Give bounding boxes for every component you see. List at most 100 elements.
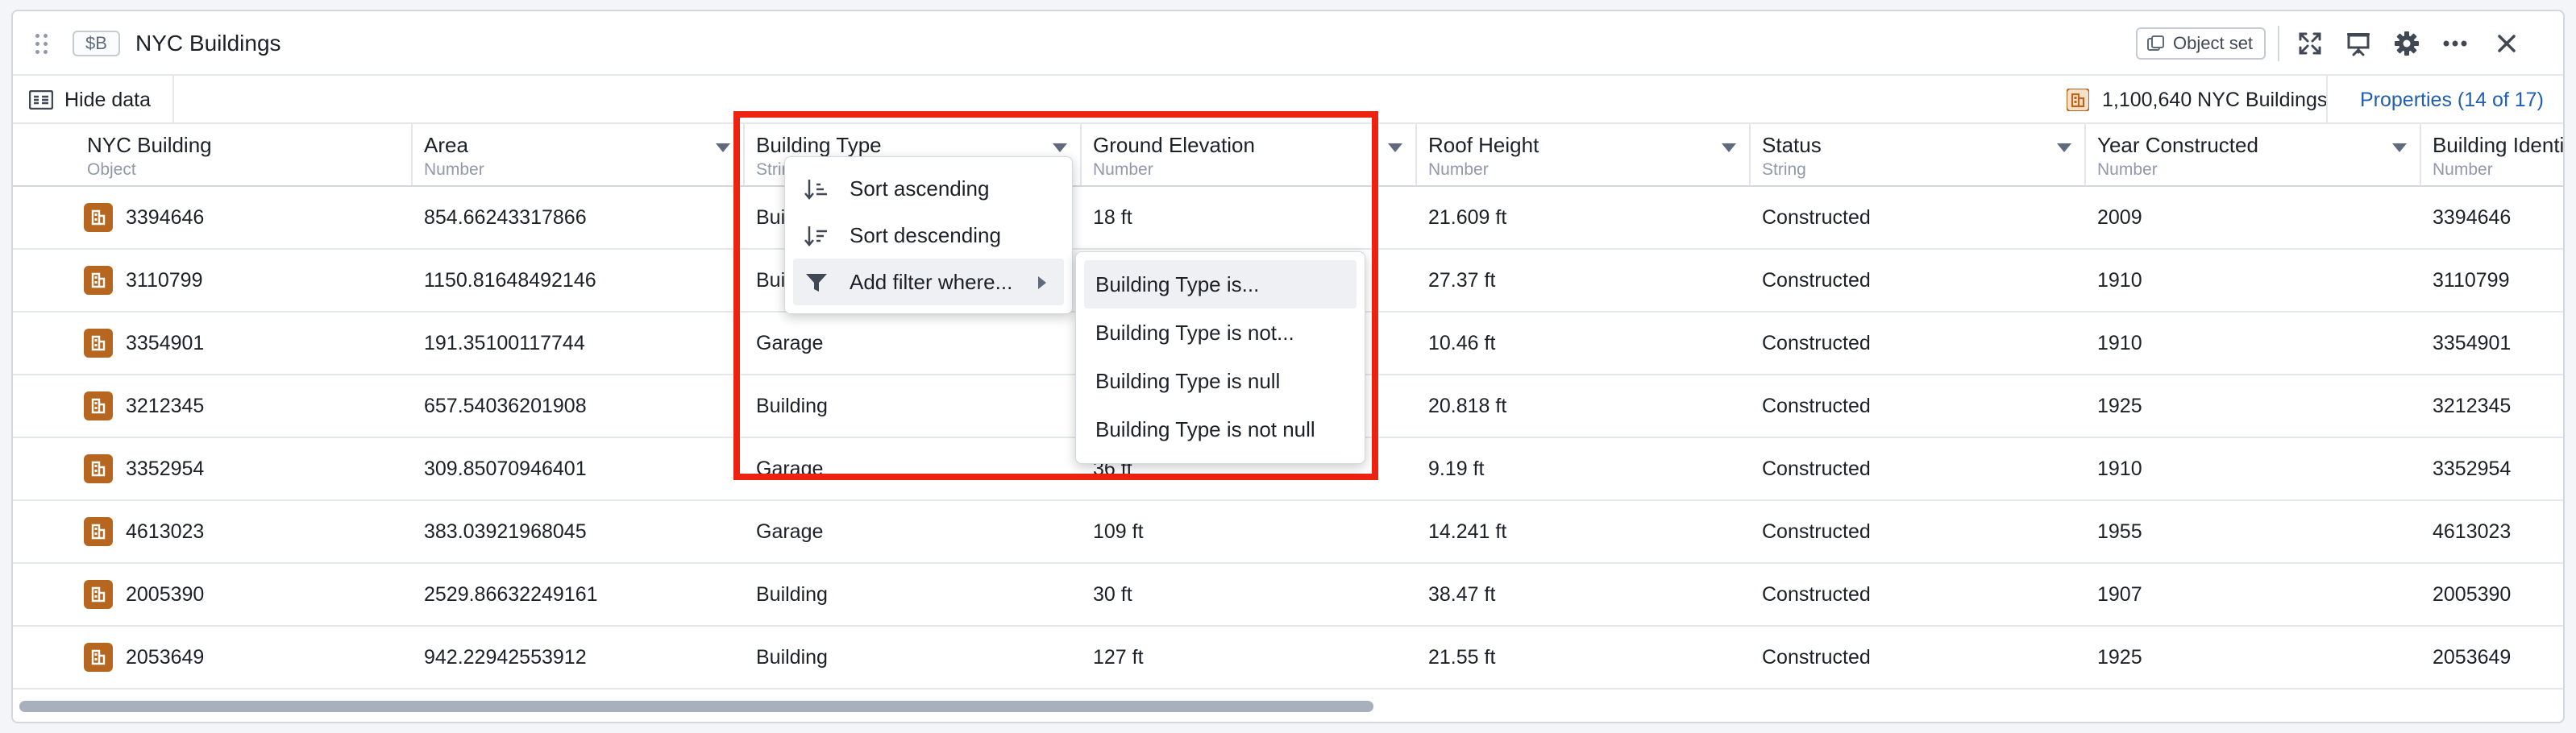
building-object-icon bbox=[84, 329, 113, 358]
year-constructed-cell: 1925 bbox=[2086, 627, 2421, 688]
area-cell: 2529.86632249161 bbox=[413, 564, 745, 625]
building-id-cell[interactable]: 3212345 bbox=[13, 375, 413, 437]
building-id-cell[interactable]: 3110799 bbox=[13, 250, 413, 311]
building-identifier-cell: 3394646 bbox=[2421, 187, 2563, 248]
menu-item-sort-descending[interactable]: Sort descending bbox=[793, 212, 1064, 259]
chevron-down-icon[interactable] bbox=[1388, 143, 1402, 152]
sort-ascending-icon bbox=[804, 180, 827, 200]
roof-height-cell: 20.818 ft bbox=[1417, 375, 1751, 437]
cell-value: 9.19 ft bbox=[1428, 458, 1485, 480]
widget-header: $B NYC Buildings Object set bbox=[13, 11, 2563, 76]
column-name: Status bbox=[1762, 133, 1822, 157]
building-type-cell: Garage bbox=[745, 501, 1082, 562]
column-header-nyc-building[interactable]: NYC Building Object bbox=[13, 124, 413, 185]
roof-height-cell: 27.37 ft bbox=[1417, 250, 1751, 311]
presentation-icon[interactable] bbox=[2342, 27, 2374, 60]
cell-value: 1925 bbox=[2097, 395, 2142, 417]
properties-link[interactable]: Properties (14 of 17) bbox=[2360, 84, 2544, 116]
building-id-cell[interactable]: 4613023 bbox=[13, 501, 413, 562]
area-cell: 1150.81648492146 bbox=[413, 250, 745, 311]
filter-option-is[interactable]: Building Type is... bbox=[1084, 260, 1357, 309]
building-object-icon bbox=[84, 517, 113, 546]
menu-item-sort-ascending[interactable]: Sort ascending bbox=[793, 165, 1064, 212]
column-header-year-constructed[interactable]: Year Constructed Number bbox=[2086, 124, 2421, 185]
toolbar-divider bbox=[2326, 76, 2328, 122]
filter-icon bbox=[806, 274, 827, 292]
variable-chip[interactable]: $B bbox=[73, 31, 120, 56]
cell-value: 3110799 bbox=[126, 269, 203, 292]
filter-submenu: Building Type is... Building Type is not… bbox=[1075, 251, 1365, 464]
column-header-building-identifier[interactable]: Building Identifier Number bbox=[2421, 124, 2563, 185]
horizontal-scrollbar[interactable] bbox=[19, 701, 1373, 712]
object-set-button[interactable]: Object set bbox=[2136, 27, 2266, 60]
building-identifier-cell: 3212345 bbox=[2421, 375, 2563, 437]
building-id-cell[interactable]: 3394646 bbox=[13, 187, 413, 248]
filter-option-is-not-null[interactable]: Building Type is not null bbox=[1084, 405, 1357, 453]
cell-value: 14.241 ft bbox=[1428, 520, 1507, 543]
cell-value: 127 ft bbox=[1093, 646, 1144, 669]
chevron-down-icon[interactable] bbox=[2392, 143, 2407, 152]
status-cell: Constructed bbox=[1751, 250, 2086, 311]
drag-handle-icon[interactable] bbox=[34, 32, 50, 55]
building-object-icon bbox=[2067, 89, 2089, 111]
more-icon[interactable] bbox=[2439, 27, 2471, 60]
hide-data-icon bbox=[29, 90, 53, 110]
column-type: Number bbox=[424, 160, 484, 179]
object-count-label: 1,100,640 NYC Buildings bbox=[2102, 89, 2328, 111]
building-id-cell[interactable]: 3354901 bbox=[13, 313, 413, 374]
header-divider bbox=[2278, 26, 2279, 61]
column-name: Year Constructed bbox=[2097, 133, 2258, 157]
gear-icon[interactable] bbox=[2391, 27, 2423, 60]
cell-value: 2005390 bbox=[2433, 583, 2512, 606]
area-cell: 383.03921968045 bbox=[413, 501, 745, 562]
year-constructed-cell: 2009 bbox=[2086, 187, 2421, 248]
building-identifier-cell: 2005390 bbox=[2421, 564, 2563, 625]
cell-value: 942.22942553912 bbox=[424, 646, 587, 669]
status-cell: Constructed bbox=[1751, 627, 2086, 688]
menu-item-label: Sort descending bbox=[850, 223, 1001, 247]
cell-value: 21.609 ft bbox=[1428, 206, 1507, 229]
menu-item-add-filter[interactable]: Add filter where... bbox=[793, 259, 1064, 305]
column-header-roof-height[interactable]: Roof Height Number bbox=[1417, 124, 1751, 185]
table-row[interactable]: 4613023 383.03921968045 Garage 109 ft 14.241… bbox=[13, 501, 2563, 564]
building-object-icon bbox=[84, 454, 113, 483]
column-name: NYC Building bbox=[87, 133, 212, 157]
cell-value: 10.46 ft bbox=[1428, 332, 1496, 354]
cell-value: 1925 bbox=[2097, 646, 2142, 669]
filter-option-is-not[interactable]: Building Type is not... bbox=[1084, 309, 1357, 357]
column-header-status[interactable]: Status String bbox=[1751, 124, 2086, 185]
building-type-cell: Building bbox=[745, 564, 1082, 625]
year-constructed-cell: 1910 bbox=[2086, 438, 2421, 499]
table-row[interactable]: 2053649 942.22942553912 Building 127 ft 21.5… bbox=[13, 627, 2563, 690]
table-row[interactable]: 2005390 2529.86632249161 Building 30 ft 38.4… bbox=[13, 564, 2563, 627]
area-cell: 942.22942553912 bbox=[413, 627, 745, 688]
area-cell: 309.85070946401 bbox=[413, 438, 745, 499]
cell-value: Building bbox=[756, 646, 828, 669]
cell-value: 38.47 ft bbox=[1428, 583, 1496, 606]
area-cell: 657.54036201908 bbox=[413, 375, 745, 437]
building-object-icon bbox=[84, 643, 113, 672]
cell-value: 20.818 ft bbox=[1428, 395, 1507, 417]
column-header-area[interactable]: Area Number bbox=[413, 124, 745, 185]
building-id-cell[interactable]: 2005390 bbox=[13, 564, 413, 625]
building-identifier-cell: 3354901 bbox=[2421, 313, 2563, 374]
fullscreen-icon[interactable] bbox=[2294, 27, 2326, 60]
building-identifier-cell: 2053649 bbox=[2421, 627, 2563, 688]
cell-value: Constructed bbox=[1762, 395, 1871, 417]
building-id-cell[interactable]: 3352954 bbox=[13, 438, 413, 499]
menu-item-label: Sort ascending bbox=[850, 176, 990, 201]
cell-value: 3352954 bbox=[126, 458, 205, 480]
cell-value: 3212345 bbox=[2433, 395, 2512, 417]
chevron-down-icon[interactable] bbox=[1722, 143, 1736, 152]
cell-value: 109 ft bbox=[1093, 520, 1144, 543]
close-icon[interactable] bbox=[2491, 27, 2523, 60]
chevron-down-icon[interactable] bbox=[716, 143, 730, 152]
cell-value: 1910 bbox=[2097, 269, 2142, 292]
column-type: Number bbox=[2097, 160, 2158, 179]
cell-value: 2009 bbox=[2097, 206, 2142, 229]
chevron-down-icon[interactable] bbox=[2057, 143, 2071, 152]
hide-data-button[interactable]: Hide data bbox=[27, 84, 151, 116]
sort-descending-icon bbox=[804, 226, 827, 246]
filter-option-is-null[interactable]: Building Type is null bbox=[1084, 357, 1357, 405]
building-id-cell[interactable]: 2053649 bbox=[13, 627, 413, 688]
